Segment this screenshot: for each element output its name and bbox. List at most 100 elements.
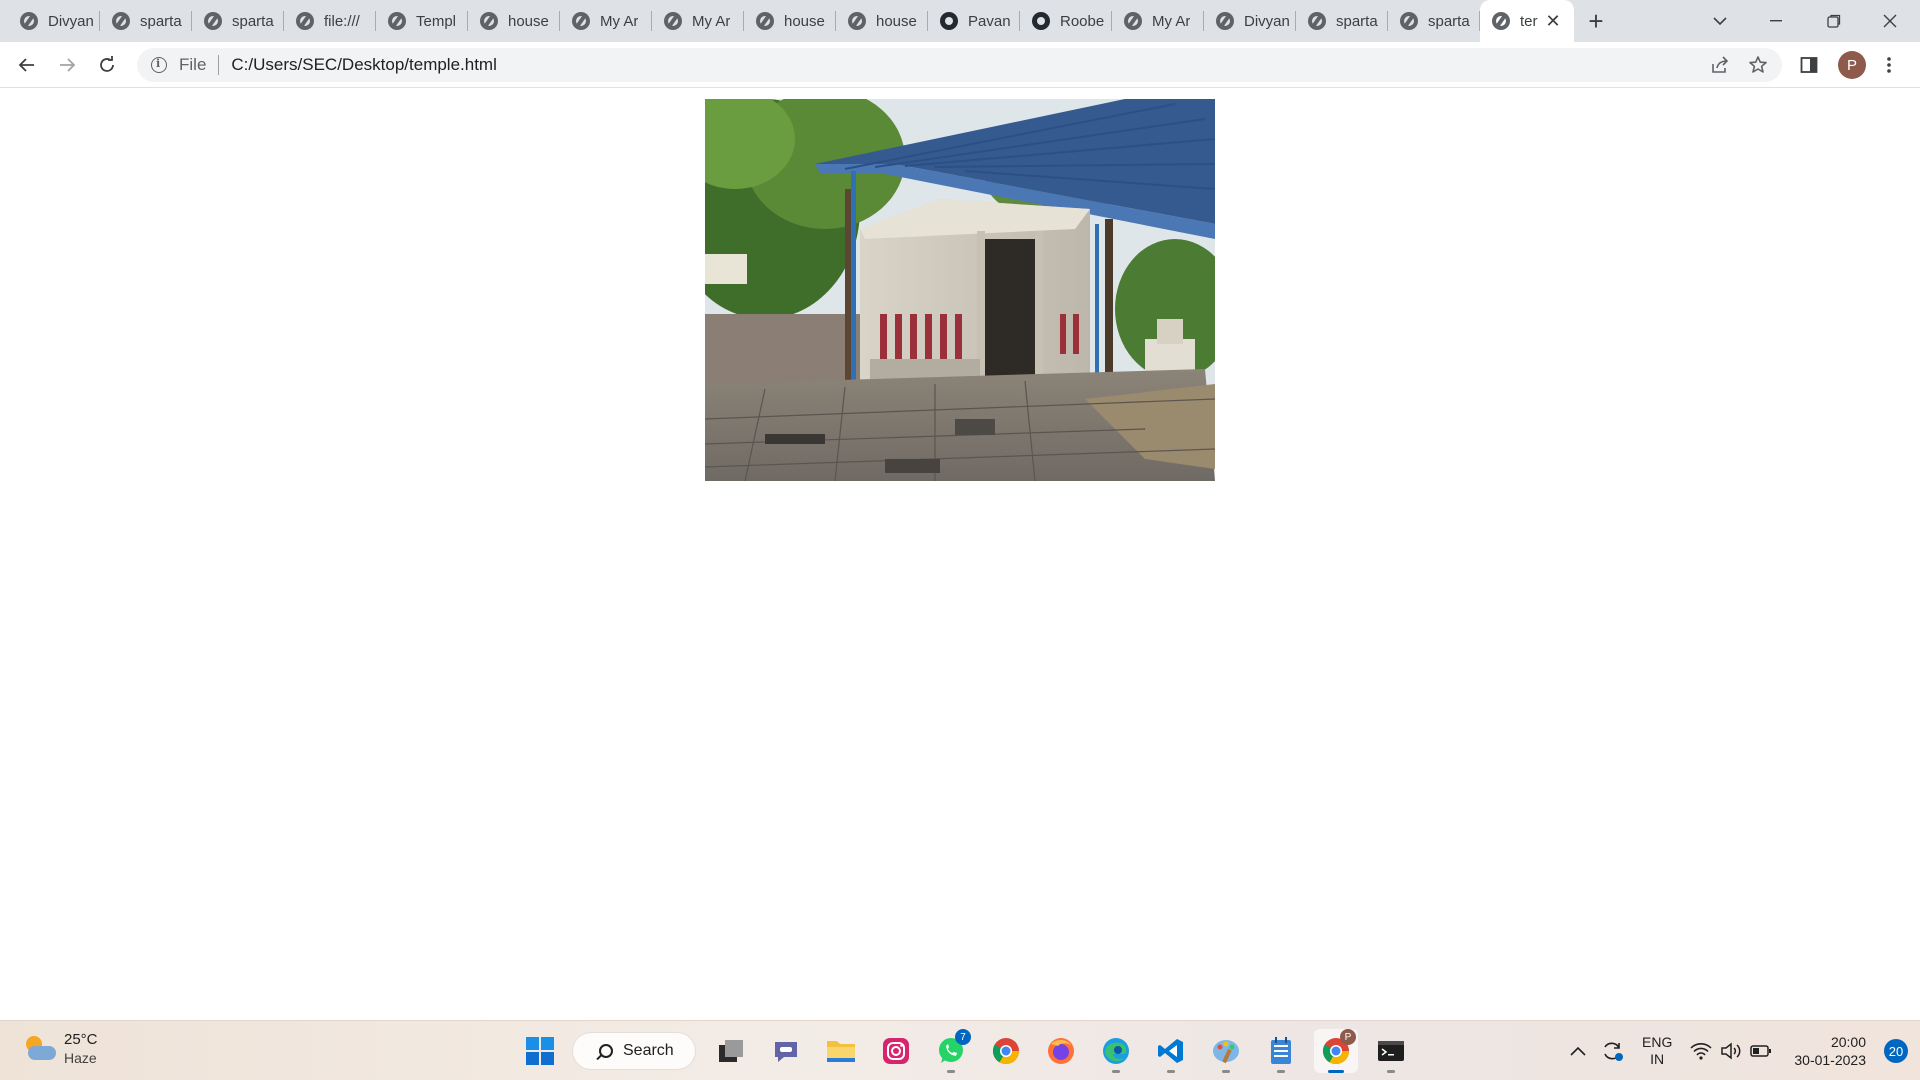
tab-title: Roobe <box>1060 12 1105 30</box>
restore-button[interactable] <box>1806 0 1862 42</box>
globe-icon <box>1492 12 1510 30</box>
chrome-profile-button[interactable]: P <box>1314 1029 1358 1073</box>
tab-10[interactable]: Pavan <box>928 0 1020 42</box>
reload-icon <box>100 56 114 72</box>
close-icon[interactable]: ✕ <box>1546 11 1561 32</box>
address-bar[interactable]: File C:/Users/SEC/Desktop/temple.html <box>137 48 1782 82</box>
globe-icon <box>480 12 498 30</box>
tab-title: My Ar <box>1152 12 1191 30</box>
scheme-label: File <box>179 55 207 74</box>
divider <box>218 55 220 75</box>
tab-5[interactable]: house <box>468 0 560 42</box>
firefox-button[interactable] <box>1039 1029 1083 1073</box>
weather-condition: Haze <box>64 1050 97 1066</box>
globe-icon <box>664 12 682 30</box>
side-panel-icon <box>1800 57 1818 73</box>
url-text[interactable]: C:/Users/SEC/Desktop/temple.html <box>231 55 496 75</box>
forward-button[interactable] <box>51 49 83 81</box>
paint-app-button[interactable] <box>1204 1029 1248 1073</box>
volume-icon[interactable] <box>1720 1042 1742 1060</box>
taskbar-search[interactable]: Search <box>573 1033 695 1069</box>
side-panel-button[interactable] <box>1800 48 1818 82</box>
chevron-up-icon[interactable] <box>1570 1046 1586 1056</box>
tab-title: Pavan <box>968 12 1011 30</box>
active-indicator <box>1328 1070 1344 1073</box>
arrow-right-icon <box>60 58 76 72</box>
tab-title: Divyan <box>1244 12 1290 30</box>
globe-icon <box>112 12 130 30</box>
info-icon[interactable] <box>151 57 167 73</box>
weather-widget[interactable]: 25°C Haze <box>22 1031 98 1067</box>
globe-icon <box>20 12 38 30</box>
tab-search-button[interactable] <box>1692 0 1748 42</box>
globe-icon <box>1124 12 1142 30</box>
share-icon[interactable] <box>1710 56 1730 74</box>
tab-12[interactable]: My Ar <box>1112 0 1204 42</box>
notification-count-badge[interactable]: 20 <box>1884 1039 1908 1063</box>
notepad-button[interactable] <box>1259 1029 1303 1073</box>
system-tray: ENG IN <box>1570 1031 1772 1071</box>
tab-13[interactable]: Divyan <box>1204 0 1296 42</box>
tab-11[interactable]: Roobe <box>1020 0 1112 42</box>
tab-7[interactable]: My Ar <box>652 0 744 42</box>
edge-button[interactable] <box>1094 1029 1138 1073</box>
clock[interactable]: 20:00 30-01-2023 <box>1794 1033 1866 1069</box>
browser-toolbar: File C:/Users/SEC/Desktop/temple.html P <box>0 42 1920 88</box>
chrome-button[interactable] <box>984 1029 1028 1073</box>
tab-15[interactable]: sparta <box>1388 0 1480 42</box>
minimize-button[interactable] <box>1748 0 1804 42</box>
palette-icon <box>1213 1040 1239 1064</box>
folder-icon <box>827 1041 855 1062</box>
tab-3[interactable]: file:/// <box>284 0 376 42</box>
whatsapp-button[interactable]: 7 <box>929 1029 973 1073</box>
file-explorer-button[interactable] <box>819 1029 863 1073</box>
bookmark-star-icon[interactable] <box>1748 55 1768 75</box>
start-button[interactable] <box>518 1029 562 1073</box>
wifi-icon[interactable] <box>1690 1042 1712 1060</box>
arrow-left-icon <box>18 58 34 72</box>
tab-2[interactable]: sparta <box>192 0 284 42</box>
clock-date: 30-01-2023 <box>1794 1052 1866 1068</box>
tab-active[interactable]: ter ✕ <box>1480 0 1574 42</box>
chevron-down-icon <box>1713 17 1727 26</box>
clock-time: 20:00 <box>1830 1034 1866 1050</box>
running-indicator <box>1277 1070 1285 1073</box>
teams-chat-button[interactable] <box>764 1029 808 1073</box>
globe-icon <box>1400 12 1418 30</box>
tab-6[interactable]: My Ar <box>560 0 652 42</box>
globe-icon <box>1216 12 1234 30</box>
tab-strip: Divyan sparta sparta file:/// Templ house My A… <box>0 0 1920 42</box>
profile-badge: P <box>1340 1029 1356 1045</box>
reload-button[interactable] <box>91 49 123 81</box>
tab-title: house <box>876 12 917 30</box>
battery-icon[interactable] <box>1750 1044 1772 1058</box>
globe-icon <box>848 12 866 30</box>
close-icon <box>1883 14 1897 28</box>
task-view-button[interactable] <box>709 1029 753 1073</box>
vscode-button[interactable] <box>1149 1029 1193 1073</box>
tab-title: sparta <box>1336 12 1378 30</box>
page-content <box>0 89 1920 1020</box>
language-indicator[interactable]: ENG IN <box>1642 1034 1672 1068</box>
omnibox-actions <box>1710 48 1768 82</box>
tab-9[interactable]: house <box>836 0 928 42</box>
taskbar-apps: Search 7 P <box>518 1029 1424 1073</box>
vscode-icon <box>1158 1039 1183 1063</box>
back-button[interactable] <box>11 49 43 81</box>
tab-4[interactable]: Templ <box>376 0 468 42</box>
tab-14[interactable]: sparta <box>1296 0 1388 42</box>
tab-0[interactable]: Divyan <box>8 0 100 42</box>
tab-1[interactable]: sparta <box>100 0 192 42</box>
tab-8[interactable]: house <box>744 0 836 42</box>
tab-title: sparta <box>232 12 274 30</box>
weather-haze-icon <box>22 1034 58 1064</box>
window-close-button[interactable] <box>1862 0 1918 42</box>
terminal-button[interactable] <box>1369 1029 1413 1073</box>
menu-button[interactable] <box>1886 48 1892 82</box>
globe-icon <box>1308 12 1326 30</box>
tab-title: My Ar <box>600 12 639 30</box>
sync-icon[interactable] <box>1600 1040 1624 1062</box>
profile-button[interactable]: P <box>1838 48 1866 82</box>
instagram-button[interactable] <box>874 1029 918 1073</box>
new-tab-button[interactable]: + <box>1574 0 1618 42</box>
